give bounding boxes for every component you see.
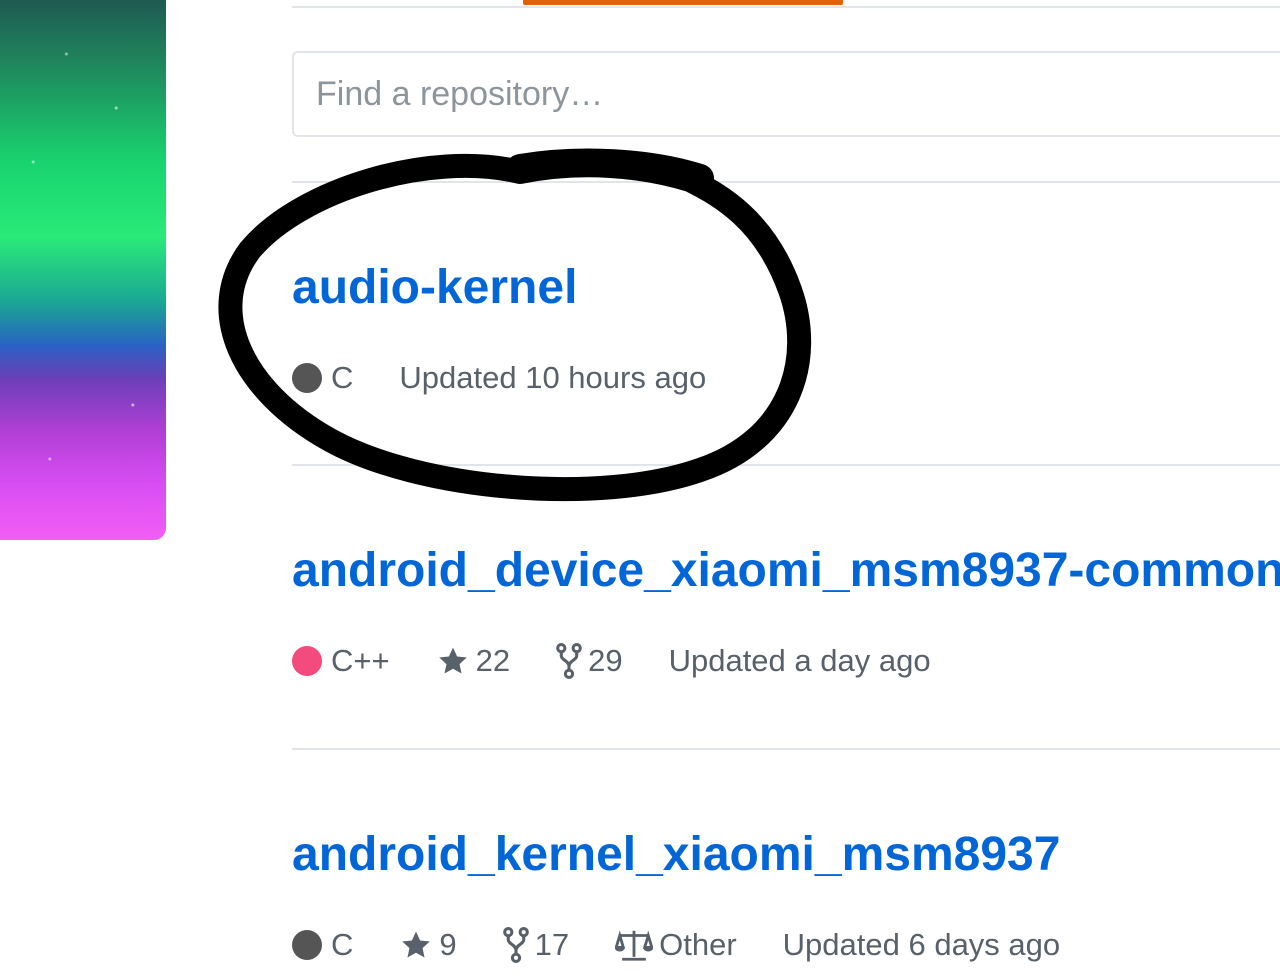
stars-count: 22 <box>475 643 511 678</box>
law-icon <box>615 928 654 962</box>
license-label: Other <box>659 927 737 962</box>
repo-meta: C 9 17 Other Updated 6 days ago <box>292 927 1280 963</box>
star-icon <box>399 929 433 961</box>
repo-forks-link[interactable]: 29 <box>556 643 623 679</box>
repo-language: C <box>292 927 353 963</box>
language-label: C <box>331 927 354 962</box>
repo-updated: Updated a day ago <box>668 643 931 678</box>
language-color-dot <box>292 646 322 676</box>
repo-name-link[interactable]: android_kernel_xiaomi_msm8937 <box>292 831 1280 879</box>
find-repository-input[interactable] <box>292 51 1280 137</box>
repo-name-link[interactable]: audio-kernel <box>292 264 1280 312</box>
repo-language: C++ <box>292 643 390 679</box>
tab-nav-border <box>292 6 1280 8</box>
language-label: C <box>331 360 354 395</box>
repo-list-item: android_device_xiaomi_msm8937-common C++… <box>292 547 1280 679</box>
repo-forks-link[interactable]: 17 <box>502 927 570 963</box>
repositories-page: audio-kernel C Updated 10 hours ago andr… <box>0 0 1280 976</box>
repo-updated: Updated 6 days ago <box>782 927 1061 962</box>
divider <box>292 464 1280 466</box>
repo-stars-link[interactable]: 9 <box>399 927 457 963</box>
repo-name-link[interactable]: android_device_xiaomi_msm8937-common <box>292 547 1280 595</box>
repo-list-item: android_kernel_xiaomi_msm8937 C 9 17 Oth… <box>292 831 1280 963</box>
repo-updated: Updated 10 hours ago <box>399 360 707 395</box>
repo-list-item: audio-kernel C Updated 10 hours ago <box>292 264 1280 396</box>
divider <box>292 748 1280 750</box>
stars-count: 9 <box>439 927 457 962</box>
repo-forked-icon <box>502 927 529 963</box>
divider <box>292 181 1280 183</box>
repo-meta: C Updated 10 hours ago <box>292 360 1280 396</box>
language-color-dot <box>292 930 322 960</box>
repo-stars-link[interactable]: 22 <box>436 643 510 679</box>
star-icon <box>436 645 470 677</box>
repo-language: C <box>292 360 353 396</box>
forks-count: 17 <box>534 927 570 962</box>
tab-repositories-active-indicator[interactable] <box>523 0 843 5</box>
language-color-dot <box>292 363 322 393</box>
profile-avatar-image <box>0 0 166 540</box>
repo-meta: C++ 22 29 Updated a day ago <box>292 643 1280 679</box>
repo-license: Other <box>615 927 737 963</box>
language-label: C++ <box>331 643 390 678</box>
forks-count: 29 <box>588 643 623 678</box>
repo-forked-icon <box>556 643 582 679</box>
